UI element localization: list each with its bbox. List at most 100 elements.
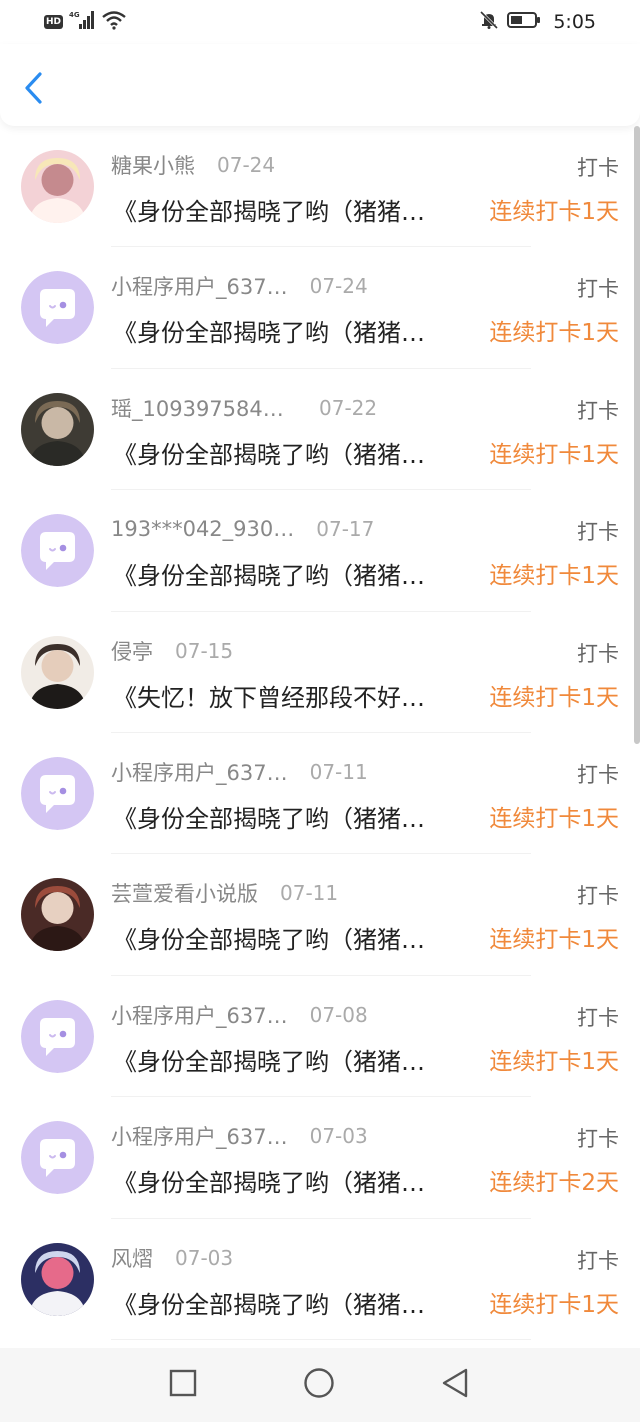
list-item[interactable]: 风熠 07-03 打卡 《身份全部揭晓了哟（猪猪… 连续打卡1天 [0, 1219, 640, 1340]
home-button[interactable] [302, 1368, 336, 1402]
avatar[interactable] [21, 757, 94, 830]
user-name[interactable]: 小程序用户_637… [111, 1121, 288, 1151]
recent-apps-button[interactable] [166, 1368, 200, 1402]
type-label: 打卡 [577, 1248, 619, 1273]
hd-badge: HD [44, 15, 63, 29]
list-item[interactable]: 小程序用户_637… 07-24 打卡《身份全部揭晓了哟（猪猪… 连续打卡1天 [0, 247, 640, 369]
checkin-date: 07-24 [309, 274, 368, 299]
book-title: 《身份全部揭晓了哟（猪猪… [113, 562, 425, 591]
checkin-list[interactable]: 糖果小熊 07-24 打卡 《身份全部揭晓了哟（猪猪… 连续打卡1天 小程序用户_637…… [0, 126, 640, 1348]
chevron-left-icon [23, 71, 45, 109]
nav-header [0, 44, 640, 126]
name-line: 小程序用户_637… 07-11 [111, 759, 531, 785]
type-label: 打卡 [577, 641, 619, 666]
type-label: 打卡 [577, 1127, 619, 1152]
list-item[interactable]: 小程序用户_637… 07-03 打卡《身份全部揭晓了哟（猪猪… 连续打卡2天 [0, 1097, 640, 1219]
streak-label: 连续打卡1天 [489, 563, 619, 590]
streak-label: 连续打卡1天 [489, 684, 619, 711]
user-name[interactable]: 瑶_1093975848… [111, 393, 297, 423]
list-item[interactable]: 瑶_1093975848… 07-22 打卡《身份全部揭晓了哟（猪猪… 连续打卡1天 [0, 369, 640, 491]
user-name[interactable]: 小程序用户_637… [111, 271, 288, 301]
checkin-date: 07-17 [316, 517, 375, 542]
list-item[interactable]: 小程序用户_637… 07-08 打卡《身份全部揭晓了哟（猪猪… 连续打卡1天 [0, 976, 640, 1098]
status-right: 5:05 [479, 10, 596, 34]
book-title: 《身份全部揭晓了哟（猪猪… [113, 319, 425, 348]
book-title: 《失忆！放下曾经那段不好… [113, 683, 425, 712]
checkin-date: 07-11 [309, 760, 368, 784]
book-title: 《身份全部揭晓了哟（猪猪… [113, 440, 425, 469]
square-icon [168, 1368, 198, 1402]
name-line: 芸萱爱看小说版 07-11 [111, 880, 531, 906]
triangle-back-icon [440, 1367, 470, 1403]
name-line: 侵亭 07-15 [111, 638, 531, 664]
avatar[interactable] [21, 999, 94, 1073]
streak-label: 连续打卡1天 [489, 927, 619, 954]
streak-label: 连续打卡1天 [489, 199, 619, 225]
status-bar: HD 4G 5:05 [0, 0, 640, 44]
type-label: 打卡 [577, 156, 619, 180]
streak-label: 连续打卡2天 [489, 1170, 619, 1197]
user-name[interactable]: 193***042_930… [111, 517, 294, 541]
streak-label: 连续打卡1天 [489, 441, 619, 468]
list-item[interactable]: 糖果小熊 07-24 打卡《身份全部揭晓了哟（猪猪… 连续打卡1天 [0, 126, 640, 248]
battery-icon [507, 11, 541, 33]
streak-label: 连续打卡1天 [489, 1291, 619, 1318]
back-button[interactable] [18, 70, 50, 110]
svg-text:4G: 4G [69, 11, 80, 19]
list-item[interactable]: 芸萱爱看小说版 07-11 打卡《身份全部揭晓了哟（猪猪… 连续打卡1天 [0, 854, 640, 976]
book-title: 《身份全部揭晓了哟（猪猪… [113, 1047, 425, 1076]
list-item[interactable]: 小程序用户_637… 07-11 打卡 《身份全部揭晓了哟（猪猪… 连续打卡1天 [0, 733, 640, 855]
wifi-icon [101, 10, 127, 34]
user-name[interactable]: 侵亭 [111, 636, 153, 666]
type-label: 打卡 [577, 763, 619, 787]
avatar[interactable] [21, 1242, 94, 1316]
avatar[interactable] [21, 271, 94, 345]
checkin-date: 07-22 [319, 395, 378, 420]
avatar[interactable] [21, 878, 94, 952]
checkin-date: 07-11 [280, 881, 339, 906]
user-name[interactable]: 糖果小熊 [111, 150, 195, 180]
user-name[interactable]: 小程序用户_637… [111, 1000, 288, 1030]
user-name[interactable]: 风熠 [111, 1243, 153, 1273]
checkin-date: 07-08 [309, 1002, 368, 1027]
mute-bell-icon [479, 10, 499, 34]
streak-label: 连续打卡1天 [489, 320, 619, 347]
avatar[interactable] [21, 1121, 94, 1195]
checkin-date: 07-15 [175, 638, 234, 663]
checkin-date: 07-24 [217, 153, 276, 177]
name-line: 193***042_930… 07-17 [111, 516, 531, 542]
user-name[interactable]: 小程序用户_637… [111, 757, 288, 787]
divider [111, 1338, 531, 1340]
name-line: 小程序用户_637… 07-03 [111, 1123, 531, 1149]
name-line: 小程序用户_637… 07-08 [111, 1002, 531, 1028]
user-name[interactable]: 芸萱爱看小说版 [111, 878, 258, 908]
checkin-date: 07-03 [175, 1245, 234, 1270]
book-title: 《身份全部揭晓了哟（猪猪… [113, 1169, 425, 1198]
clock: 5:05 [553, 11, 596, 33]
type-label: 打卡 [577, 1005, 619, 1030]
system-nav-bar [0, 1348, 640, 1422]
streak-label: 连续打卡1天 [489, 806, 619, 832]
avatar[interactable] [21, 150, 94, 223]
list-item[interactable]: 193***042_930… 07-17 打卡《身份全部揭晓了哟（猪猪… 连续打卡1天 [0, 490, 640, 612]
book-title: 《身份全部揭晓了哟（猪猪… [113, 926, 425, 955]
name-line: 糖果小熊 07-24 [111, 152, 531, 178]
system-back-button[interactable] [438, 1368, 472, 1402]
name-line: 风熠 07-03 [111, 1245, 531, 1271]
avatar[interactable] [21, 392, 94, 466]
name-line: 小程序用户_637… 07-24 [111, 273, 531, 299]
type-label: 打卡 [577, 520, 619, 545]
status-left: HD 4G [44, 10, 127, 34]
type-label: 打卡 [577, 277, 619, 302]
streak-label: 连续打卡1天 [489, 1048, 619, 1075]
avatar[interactable] [21, 514, 94, 588]
name-line: 瑶_1093975848… 07-22 [111, 395, 531, 421]
signal-icon: 4G [69, 10, 95, 34]
circle-icon [302, 1366, 336, 1404]
type-label: 打卡 [577, 884, 619, 909]
avatar[interactable] [21, 635, 94, 709]
list-item[interactable]: 侵亭 07-15 打卡《失忆！放下曾经那段不好… 连续打卡1天 [0, 612, 640, 733]
book-title: 《身份全部揭晓了哟（猪猪… [113, 198, 425, 226]
scrollbar[interactable] [634, 126, 640, 744]
type-label: 打卡 [577, 398, 619, 423]
